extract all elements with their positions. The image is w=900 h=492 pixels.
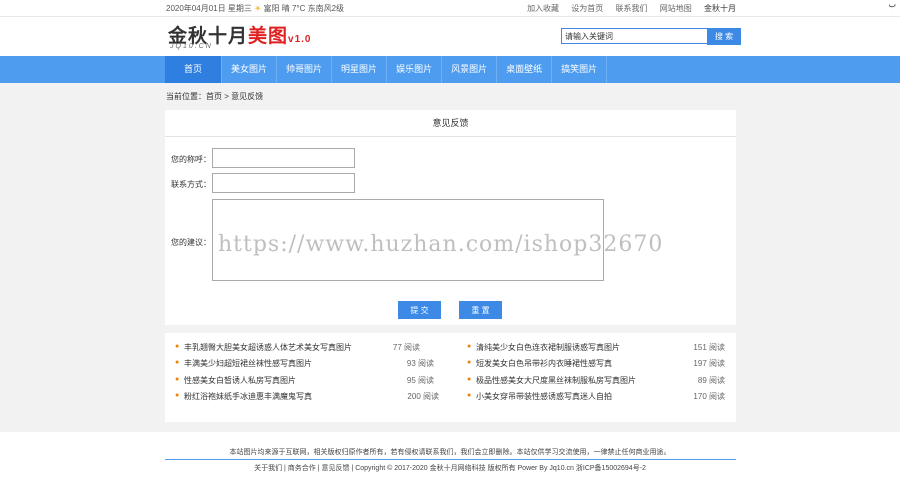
bullet-icon: ● — [467, 359, 472, 366]
bullet-icon: ● — [467, 376, 472, 383]
message-label: 您的建议： — [171, 238, 211, 247]
main-nav: 首页 美女图片 帅哥图片 明星图片 娱乐图片 风景图片 桌面壁纸 搞笑图片 — [0, 56, 900, 83]
sitemap-link[interactable]: 网站地图 — [660, 4, 692, 13]
list-item-count: 89 阅读 — [697, 376, 725, 385]
list-item-title[interactable]: 短发美女白色吊带衫内衣睡裙性感写真 — [476, 358, 612, 369]
contact-input[interactable] — [212, 173, 355, 193]
top-bar: 2020年04月01日 星期三 ☀ 富阳 晴 7°C 东南风2级 加入收藏 设为… — [0, 0, 900, 17]
list-item-title[interactable]: 粉红浴袍妹纸手冰迪惠丰满魔鬼写真 — [184, 391, 312, 402]
contact-link[interactable]: 联系我们 — [616, 4, 648, 13]
date-weather: 2020年04月01日 星期三 ☀ 富阳 晴 7°C 东南风2级 — [166, 3, 344, 14]
weekday-text: 星期三 — [227, 4, 252, 13]
list-item-count: 170 阅读 — [693, 392, 725, 401]
list-item-title[interactable]: 极品性感美女大尺度黑丝袜制服私房写真图片 — [476, 375, 636, 386]
set-homepage-link[interactable]: 设为首页 — [571, 4, 603, 13]
list-item-title[interactable]: 丰乳翘臀大胆美女超诱惑人体艺术美女写真图片 — [184, 342, 352, 353]
submit-button[interactable]: 提 交 — [398, 301, 441, 319]
nav-entertainment[interactable]: 娱乐图片 — [387, 56, 443, 83]
footer-divider — [165, 459, 736, 460]
bullet-icon: ● — [467, 392, 472, 399]
list-item-count: 95 阅读 — [406, 376, 434, 385]
nav-funny[interactable]: 搞笑图片 — [552, 56, 608, 83]
nav-handsome[interactable]: 帅哥图片 — [277, 56, 333, 83]
nav-beauty[interactable]: 美女图片 — [222, 56, 278, 83]
bullet-icon: ● — [467, 343, 472, 350]
weather-text: 富阳 晴 — [263, 4, 290, 13]
corner-glyph: ب — [888, 0, 896, 9]
site-logo[interactable]: 金秋十月美图v1.0 JQ10.CN — [168, 21, 312, 50]
nav-scenery[interactable]: 风景图片 — [442, 56, 498, 83]
bullet-icon: ● — [175, 376, 180, 383]
header: 金秋十月美图v1.0 JQ10.CN 搜 索 — [0, 17, 900, 56]
bullet-icon: ● — [175, 343, 180, 350]
list-item-count: 200 阅读 — [407, 392, 439, 401]
search-input[interactable] — [561, 28, 711, 44]
temperature-text: 7°C — [291, 4, 306, 13]
add-favorite-link[interactable]: 加入收藏 — [527, 4, 559, 13]
sun-icon: ☀ — [254, 4, 262, 13]
list-item-count: 77 阅读 — [392, 343, 420, 352]
wind-text: 东南风2级 — [307, 4, 345, 13]
logo-accent: 美图 — [248, 26, 289, 47]
reset-button[interactable]: 重 置 — [459, 301, 502, 319]
bullet-icon: ● — [175, 359, 180, 366]
search-button[interactable]: 搜 索 — [707, 28, 741, 45]
list-item-count: 151 阅读 — [693, 343, 725, 352]
bullet-icon: ● — [175, 392, 180, 399]
logo-sub: JQ10.CN — [170, 43, 213, 50]
list-item-title[interactable]: 小美女穿吊带装性感诱惑写真迷人自拍 — [476, 391, 612, 402]
breadcrumb: 当前位置：首页 > 意见反馈 — [166, 92, 264, 101]
list-item-count: 197 阅读 — [693, 359, 725, 368]
name-label: 您的称呼： — [171, 155, 211, 164]
list-item-title[interactable]: 性感美女白皙诱人私房写真图片 — [184, 375, 296, 386]
contact-label: 联系方式： — [171, 180, 211, 189]
list-item-count: 93 阅读 — [406, 359, 434, 368]
footer: 本站图片均来源于互联网，相关版权归原作者所有，若有侵权请联系我们，我们会立即删除… — [0, 432, 900, 492]
list-item-title[interactable]: 丰满美少妇超短裙丝袜性感写真图片 — [184, 358, 312, 369]
footer-links[interactable]: 关于我们 | 商务合作 | 意见反馈 | Copyright © 2017-20… — [0, 463, 900, 473]
date-text: 2020年04月01日 — [166, 4, 226, 13]
site-name-link[interactable]: 金秋十月 — [704, 4, 736, 13]
feedback-panel: 意见反馈 您的称呼： 联系方式： 您的建议： 提 交 重 置 — [165, 110, 736, 325]
nav-celebrity[interactable]: 明星图片 — [332, 56, 388, 83]
top-links: 加入收藏 设为首页 联系我们 网站地图 金秋十月 — [517, 3, 736, 14]
watermark-text: https://www.huzhan.com/ishop32670 — [218, 232, 664, 257]
page-title: 意见反馈 — [165, 110, 736, 137]
name-input[interactable] — [212, 148, 355, 168]
list-item-title[interactable]: 清纯美少女白色连衣裙制服诱惑写真图片 — [476, 342, 620, 353]
logo-version: v1.0 — [288, 34, 312, 45]
article-list: ● 丰乳翘臀大胆美女超诱惑人体艺术美女写真图片 77 阅读 ● 丰满美少妇超短裙丝袜性… — [165, 333, 736, 422]
nav-home[interactable]: 首页 — [165, 56, 223, 83]
nav-wallpaper[interactable]: 桌面壁纸 — [497, 56, 553, 83]
copyright-notice: 本站图片均来源于互联网，相关版权归原作者所有，若有侵权请联系我们，我们会立即删除… — [229, 449, 671, 456]
search-box: 搜 索 — [561, 28, 741, 45]
